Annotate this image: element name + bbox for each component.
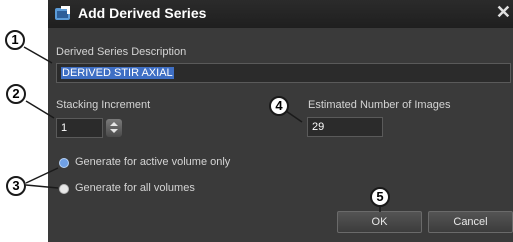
callout-3: 3 <box>6 176 26 196</box>
callout-1: 1 <box>5 30 25 50</box>
callout-5: 5 <box>370 187 390 207</box>
callout-2: 2 <box>6 84 26 104</box>
callout-4: 4 <box>269 96 289 116</box>
callout-leaders <box>23 46 381 212</box>
